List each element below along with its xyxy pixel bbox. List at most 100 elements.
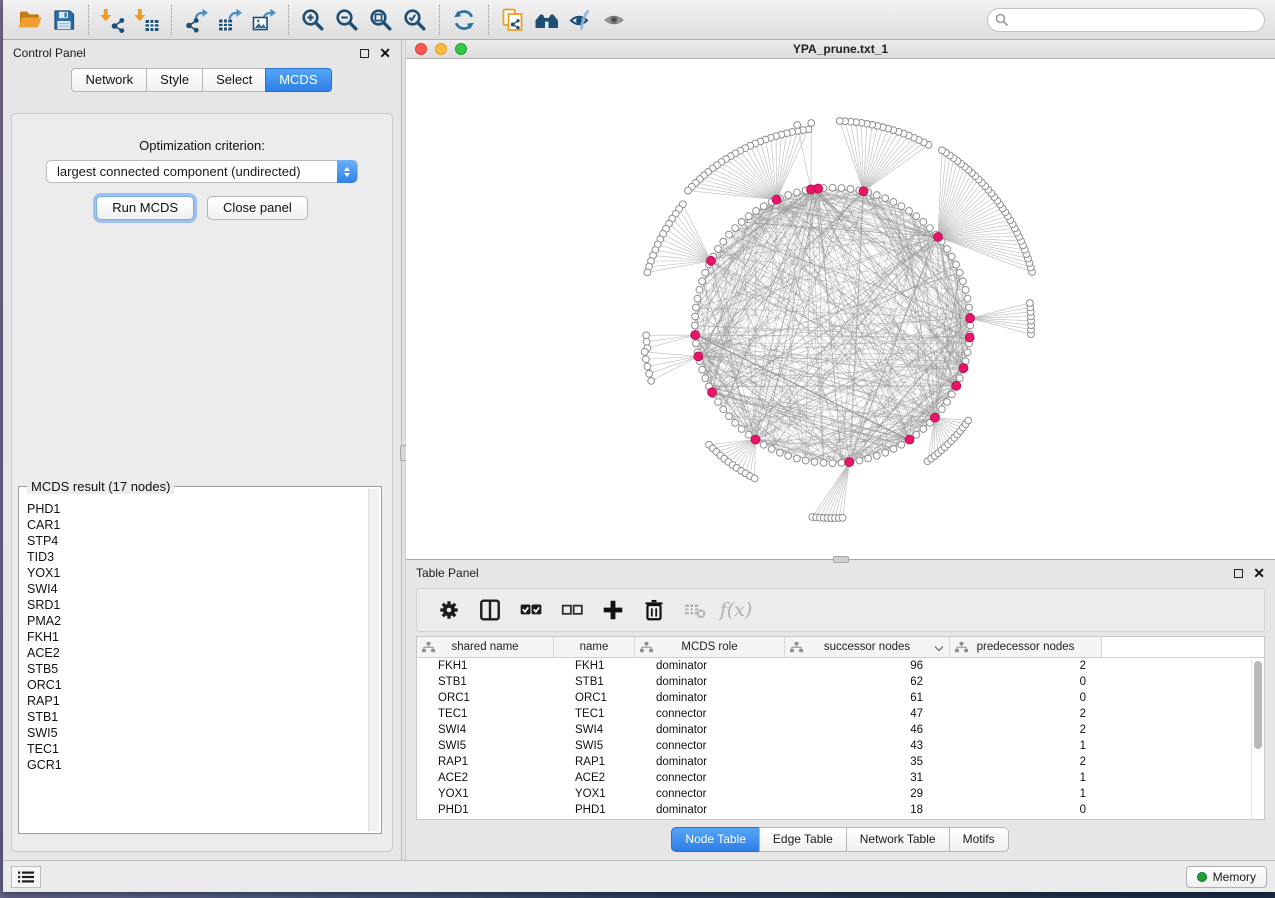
table-cell: ACE2 bbox=[417, 770, 554, 786]
table-row[interactable]: RAP1RAP1dominator352 bbox=[417, 754, 1264, 770]
close-table-panel-icon[interactable]: ✕ bbox=[1253, 566, 1265, 580]
import-network-icon[interactable] bbox=[96, 4, 130, 36]
search-input[interactable] bbox=[987, 8, 1265, 32]
tab-edge-table[interactable]: Edge Table bbox=[759, 827, 847, 852]
table-row[interactable]: ORC1ORC1dominator610 bbox=[417, 690, 1264, 706]
mcds-result-item[interactable]: SWI5 bbox=[23, 725, 367, 741]
table-scrollbar[interactable] bbox=[1251, 659, 1264, 819]
table-scrollbar-thumb[interactable] bbox=[1254, 661, 1262, 749]
column-header-name[interactable]: name bbox=[554, 637, 635, 657]
mcds-result-item[interactable]: STP4 bbox=[23, 533, 367, 549]
table-panel: Table Panel ✕ bbox=[406, 560, 1275, 860]
mcds-result-item[interactable]: ORC1 bbox=[23, 677, 367, 693]
table-row[interactable]: SWI5SWI5connector431 bbox=[417, 738, 1264, 754]
float-panel-icon[interactable] bbox=[360, 49, 369, 58]
table-cell: STB1 bbox=[554, 674, 635, 690]
table-cell: dominator bbox=[635, 658, 785, 674]
optimization-criterion-dropdown[interactable]: largest connected component (undirected) bbox=[46, 160, 358, 183]
tab-node-table[interactable]: Node Table bbox=[671, 827, 760, 852]
table-row[interactable]: STB1STB1dominator620 bbox=[417, 674, 1264, 690]
show-all-icon[interactable] bbox=[598, 4, 632, 36]
control-panel-title: Control Panel bbox=[13, 46, 86, 60]
first-neighbors-icon[interactable] bbox=[530, 4, 564, 36]
save-session-icon[interactable] bbox=[47, 4, 81, 36]
hide-selected-icon[interactable] bbox=[564, 4, 598, 36]
import-table-icon[interactable] bbox=[130, 4, 164, 36]
mcds-result-item[interactable]: SRD1 bbox=[23, 597, 367, 613]
control-panel-header: Control Panel ✕ bbox=[3, 40, 401, 66]
tab-network[interactable]: Network bbox=[71, 68, 147, 92]
node-table: shared namenameMCDS rolesuccessor nodesp… bbox=[416, 636, 1265, 820]
table-row[interactable]: TEC1TEC1connector472 bbox=[417, 706, 1264, 722]
export-table-icon[interactable] bbox=[213, 4, 247, 36]
table-cell: 43 bbox=[785, 738, 950, 754]
mcds-result-item[interactable]: PMA2 bbox=[23, 613, 367, 629]
horizontal-splitter-grip[interactable] bbox=[833, 556, 849, 563]
tab-style[interactable]: Style bbox=[146, 68, 203, 92]
close-panel-button[interactable]: Close panel bbox=[207, 196, 308, 220]
export-image-icon[interactable] bbox=[247, 4, 281, 36]
table-row[interactable]: YOX1YOX1connector291 bbox=[417, 786, 1264, 802]
mcds-result-list[interactable]: PHD1CAR1STP4TID3YOX1SWI4SRD1PMA2FKH1ACE2… bbox=[23, 491, 367, 831]
table-toolbar: f(x) bbox=[416, 588, 1265, 632]
tab-motifs[interactable]: Motifs bbox=[949, 827, 1009, 852]
table-row[interactable]: PHD1PHD1dominator180 bbox=[417, 802, 1264, 818]
mcds-result-item[interactable]: GCR1 bbox=[23, 757, 367, 773]
mcds-result-item[interactable]: STB5 bbox=[23, 661, 367, 677]
run-mcds-button[interactable]: Run MCDS bbox=[96, 196, 194, 220]
task-history-button[interactable] bbox=[11, 866, 41, 888]
mcds-result-item[interactable]: CAR1 bbox=[23, 517, 367, 533]
new-network-from-selection-icon[interactable] bbox=[496, 4, 530, 36]
export-network-icon[interactable] bbox=[179, 4, 213, 36]
table-cell: 29 bbox=[785, 786, 950, 802]
tab-mcds[interactable]: MCDS bbox=[265, 68, 331, 92]
network-canvas[interactable] bbox=[406, 59, 1275, 559]
zoom-selected-icon[interactable] bbox=[398, 4, 432, 36]
table-cell: dominator bbox=[635, 674, 785, 690]
table-cell: TEC1 bbox=[417, 706, 554, 722]
settings-gear-icon[interactable] bbox=[437, 598, 461, 622]
memory-button[interactable]: Memory bbox=[1186, 866, 1267, 888]
mcds-result-item[interactable]: STB1 bbox=[23, 709, 367, 725]
open-file-icon[interactable] bbox=[13, 4, 47, 36]
table-cell: 47 bbox=[785, 706, 950, 722]
mcds-result-item[interactable]: FKH1 bbox=[23, 629, 367, 645]
zoom-fit-icon[interactable] bbox=[364, 4, 398, 36]
mcds-result-item[interactable]: TID3 bbox=[23, 549, 367, 565]
column-header-shared-name[interactable]: shared name bbox=[417, 637, 554, 657]
table-cell: SWI4 bbox=[417, 722, 554, 738]
float-table-panel-icon[interactable] bbox=[1234, 569, 1243, 578]
mcds-result-item[interactable]: ACE2 bbox=[23, 645, 367, 661]
split-view-icon[interactable] bbox=[478, 598, 502, 622]
mcds-result-item[interactable]: PHD1 bbox=[23, 501, 367, 517]
delete-columns-icon[interactable] bbox=[642, 598, 666, 622]
zoom-in-icon[interactable] bbox=[296, 4, 330, 36]
table-cell: dominator bbox=[635, 754, 785, 770]
close-panel-icon[interactable]: ✕ bbox=[379, 46, 391, 60]
mcds-result-item[interactable]: SWI4 bbox=[23, 581, 367, 597]
table-cell: SWI5 bbox=[554, 738, 635, 754]
function-builder-icon: f(x) bbox=[724, 598, 748, 622]
refresh-view-icon[interactable] bbox=[447, 4, 481, 36]
tab-network-table[interactable]: Network Table bbox=[846, 827, 950, 852]
table-panel-header: Table Panel ✕ bbox=[406, 560, 1275, 586]
table-row[interactable]: FKH1FKH1dominator962 bbox=[417, 658, 1264, 674]
mcds-result-item[interactable]: RAP1 bbox=[23, 693, 367, 709]
deselect-all-icon[interactable] bbox=[560, 598, 584, 622]
table-cell: 62 bbox=[785, 674, 950, 690]
network-graph[interactable] bbox=[406, 59, 1275, 559]
zoom-out-icon[interactable] bbox=[330, 4, 364, 36]
right-column: YPA_prune.txt_1 Table Panel ✕ bbox=[406, 40, 1275, 860]
mcds-result-item[interactable]: YOX1 bbox=[23, 565, 367, 581]
tab-select[interactable]: Select bbox=[202, 68, 266, 92]
table-cell: PHD1 bbox=[417, 802, 554, 818]
column-header-successor-nodes[interactable]: successor nodes bbox=[785, 637, 950, 657]
add-column-icon[interactable] bbox=[601, 598, 625, 622]
mcds-result-item[interactable]: TEC1 bbox=[23, 741, 367, 757]
mcds-list-scrollbar[interactable] bbox=[368, 489, 379, 831]
table-row[interactable]: SWI4SWI4dominator462 bbox=[417, 722, 1264, 738]
select-all-icon[interactable] bbox=[519, 598, 543, 622]
column-header-predecessor-nodes[interactable]: predecessor nodes bbox=[950, 637, 1102, 657]
column-header-mcds-role[interactable]: MCDS role bbox=[635, 637, 785, 657]
table-row[interactable]: ACE2ACE2connector311 bbox=[417, 770, 1264, 786]
